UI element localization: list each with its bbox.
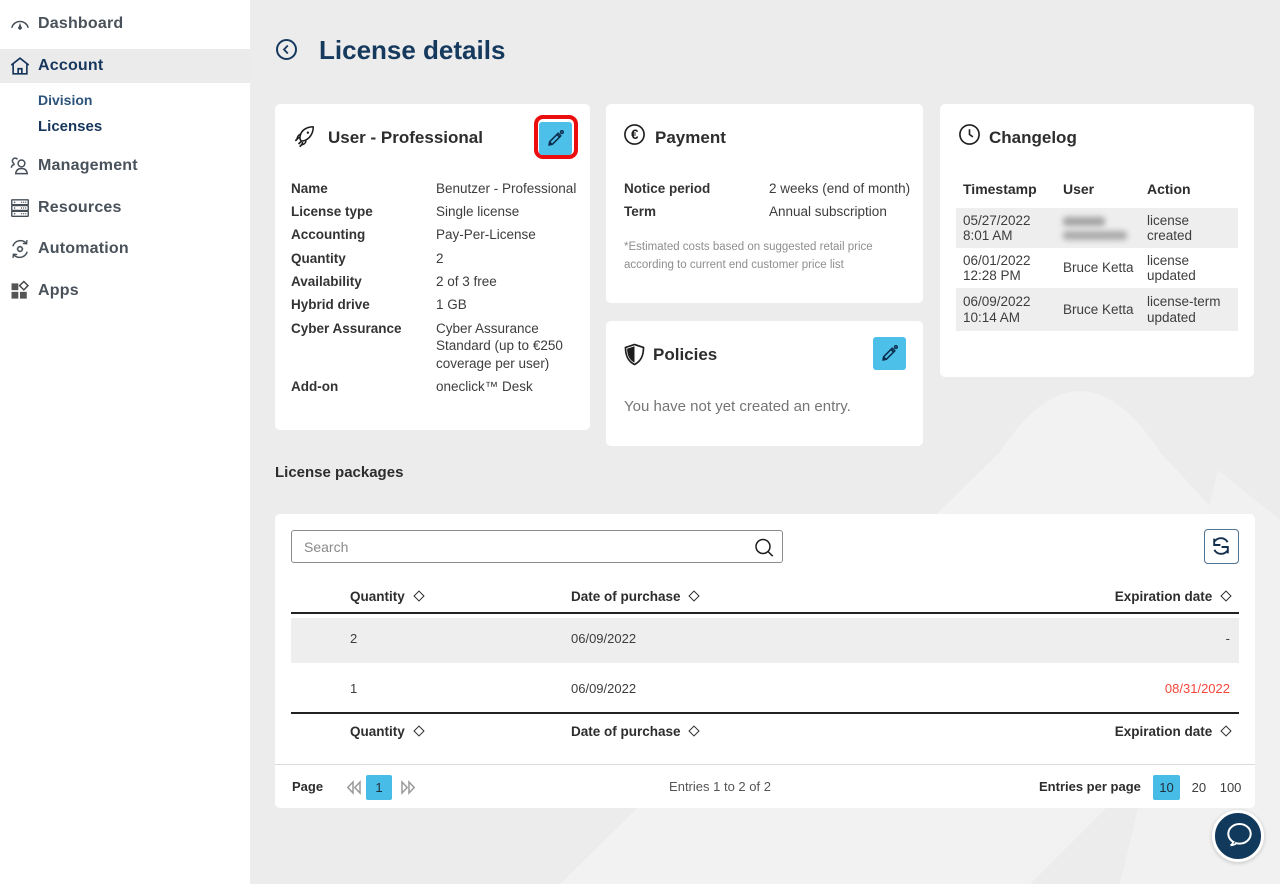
svg-text:€: € bbox=[631, 127, 639, 142]
